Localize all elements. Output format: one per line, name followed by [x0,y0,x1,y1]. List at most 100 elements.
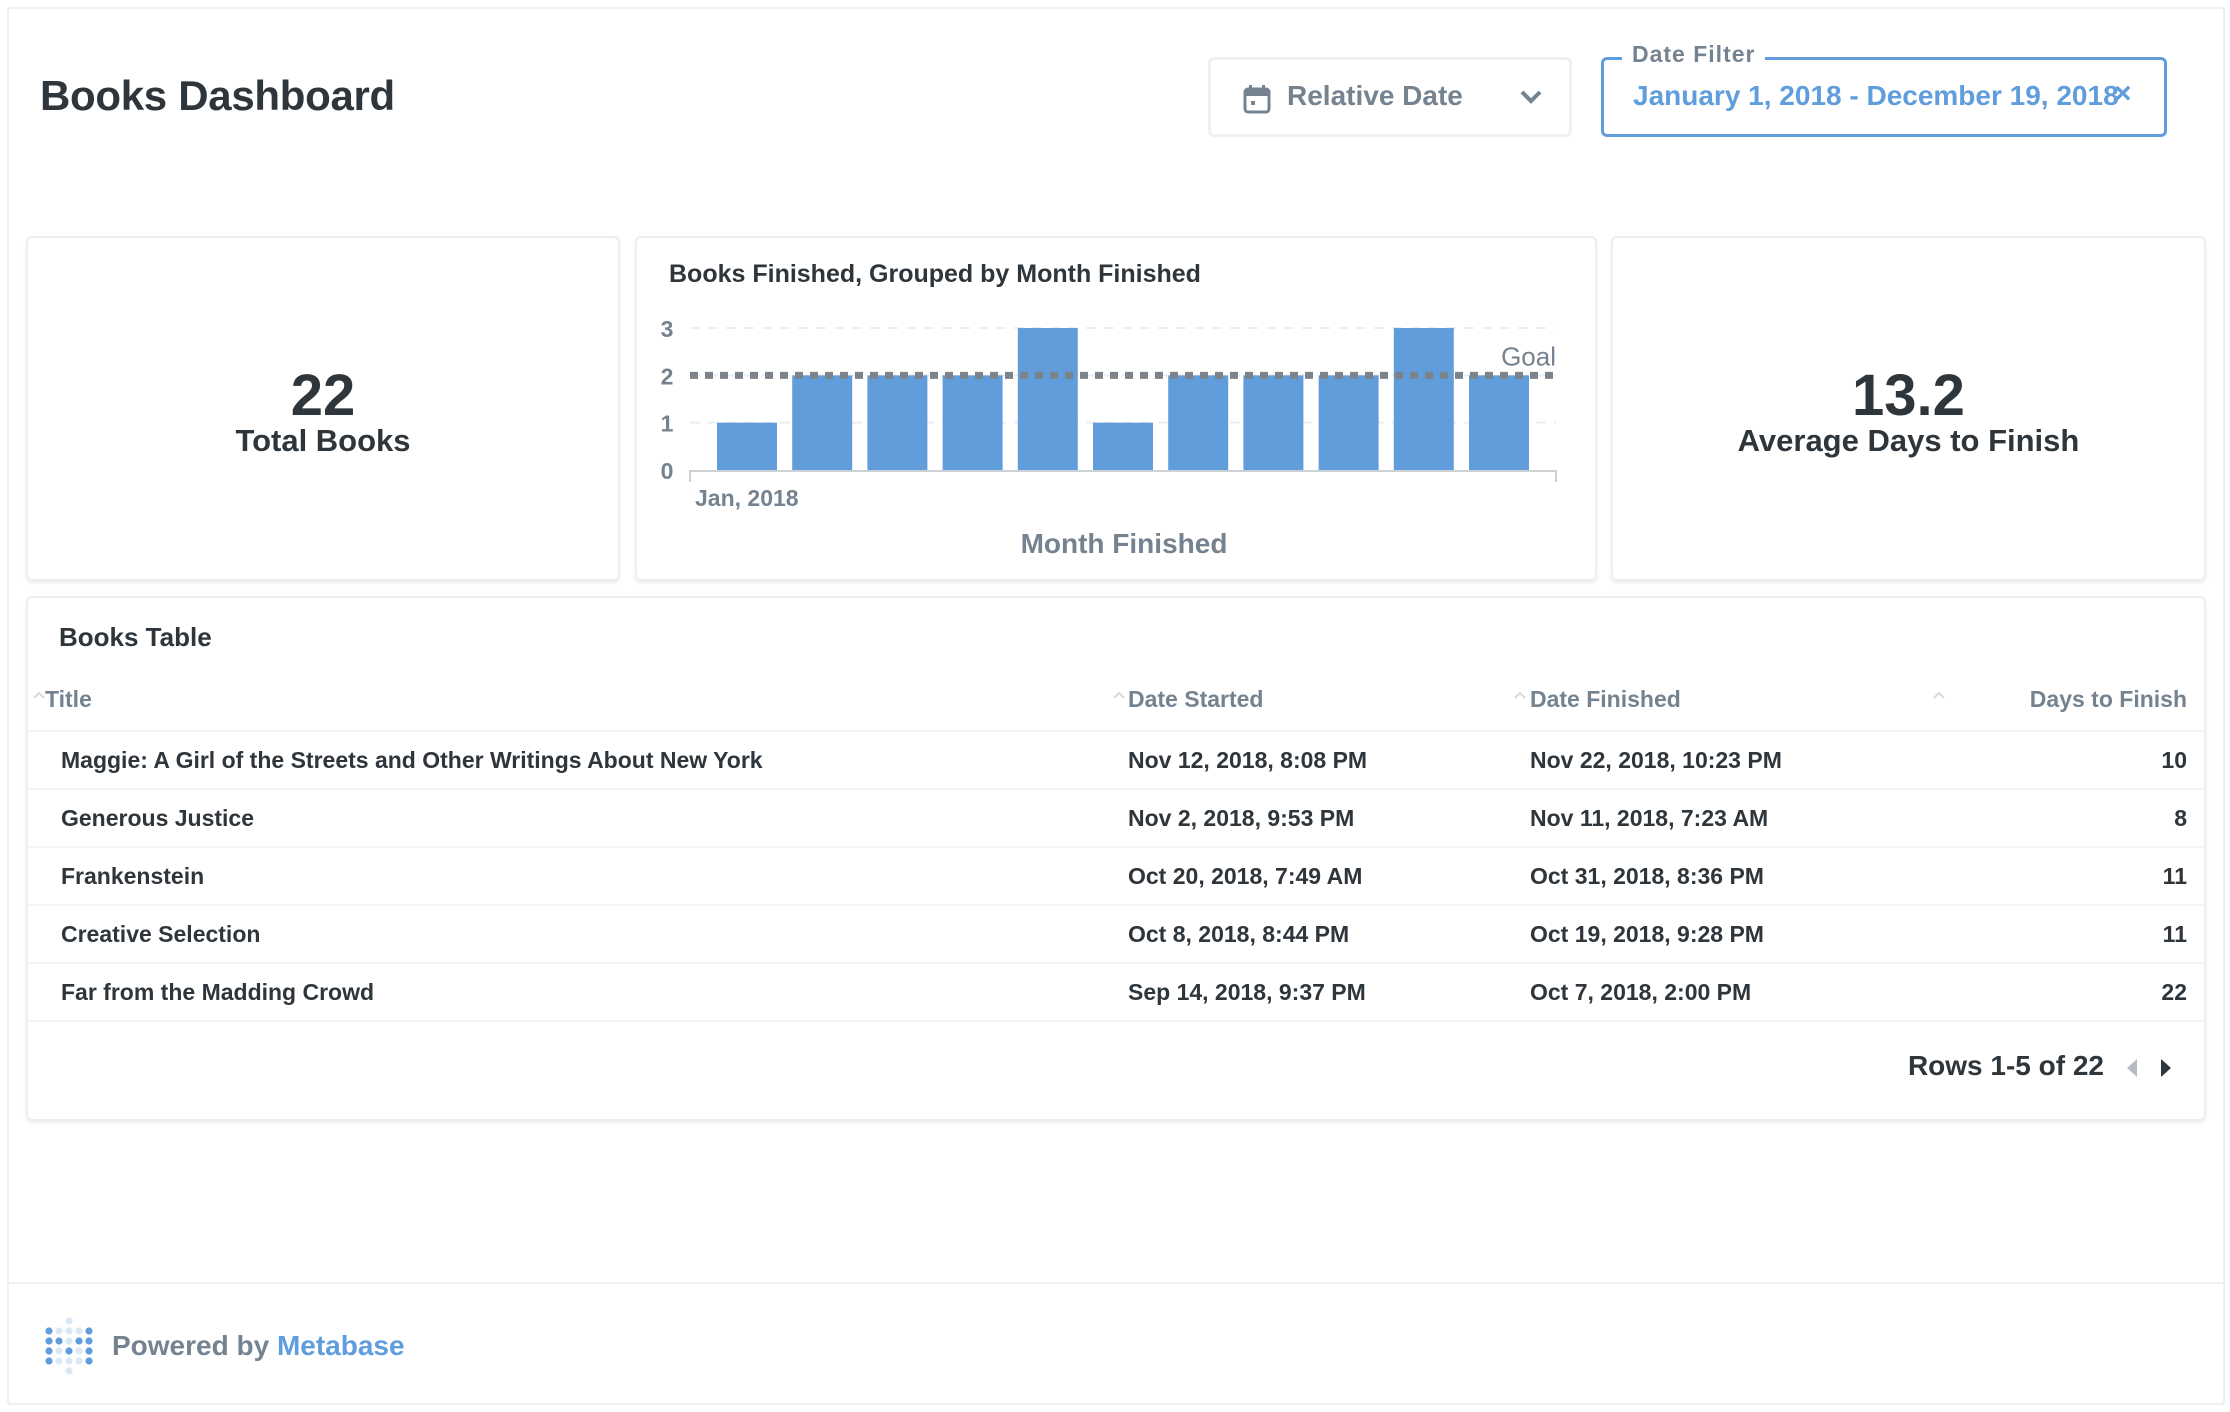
logo-dot [75,1347,83,1355]
cell-date-started: Oct 20, 2018, 7:49 AM [1128,863,1363,889]
logo-dot [55,1357,63,1365]
logo-dot [65,1317,73,1325]
total-books-label[interactable]: Total Books [28,423,618,459]
logo-dot [45,1337,53,1345]
table-row[interactable]: Frankenstein Oct 20, 2018, 7:49 AM Oct 3… [28,848,2204,906]
cell-days-to-finish: 10 [2161,747,2187,773]
y-tick-label: 1 [661,411,674,437]
logo-dot [55,1327,63,1335]
previous-page-icon[interactable] [2126,1058,2138,1078]
logo-dot [75,1327,83,1335]
chevron-down-icon [1520,90,1542,104]
pagination-label: Rows 1-5 of 22 [1907,1050,2104,1081]
goal-label: Goal [1501,341,1556,371]
total-books-value: 22 [290,363,356,428]
cell-title: Far from the Madding Crowd [61,979,375,1005]
cell-days-to-finish: 11 [2162,863,2187,889]
average-days-value: 13.2 [1852,363,1965,428]
logo-dot [45,1327,53,1335]
table-row[interactable]: Creative Selection Oct 8, 2018, 8:44 PM … [28,906,2204,964]
page-title: Books Dashboard [40,72,395,119]
cell-date-finished: Nov 22, 2018, 10:23 PM [1530,747,1782,773]
powered-by-text: Powered by Metabase [112,1330,405,1362]
column-header-days-to-finish[interactable]: Days to Finish [2030,686,2187,713]
cell-title: Creative Selection [61,921,261,947]
bar-sep-2018[interactable] [1318,375,1379,470]
table-row[interactable]: Maggie: A Girl of the Streets and Other … [28,732,2204,790]
bar-nov-2018[interactable] [1469,375,1529,470]
calendar-icon [1243,85,1271,114]
books-finished-chart-card: Books Finished, Grouped by Month Finishe… [635,236,1597,581]
relative-date-label: Relative Date [1287,80,1463,111]
cell-date-started: Sep 14, 2018, 9:37 PM [1128,979,1366,1005]
powered-by-label: Powered by [112,1330,270,1361]
column-header-date-finished[interactable]: Date Finished [1530,686,1681,713]
sort-arrow-icon[interactable] [32,690,46,700]
bar-mar-2018[interactable] [867,375,928,470]
logo-dot [65,1367,73,1375]
date-filter-legend: Date Filter [1622,41,1766,68]
logo-dot [85,1327,93,1335]
cell-title: Maggie: A Girl of the Streets and Other … [61,747,763,773]
cell-title: Generous Justice [61,805,255,831]
logo-dot [75,1337,83,1345]
next-page-icon[interactable] [2160,1058,2172,1078]
logo-dot [65,1357,73,1365]
bar-jun-2018[interactable] [1093,422,1153,470]
x-axis-label: Month Finished [1021,528,1228,559]
column-header-date-started[interactable]: Date Started [1128,686,1263,713]
cell-date-started: Nov 2, 2018, 9:53 PM [1128,805,1355,831]
logo-dot [65,1327,73,1335]
cell-days-to-finish: 11 [2162,921,2187,947]
average-days-label[interactable]: Average Days to Finish [1613,423,2204,459]
cell-date-finished: Oct 31, 2018, 8:36 PM [1530,863,1764,889]
bar-aug-2018[interactable] [1243,375,1304,470]
cell-days-to-finish: 8 [2174,805,2187,831]
sort-arrow-icon[interactable] [1513,690,1527,700]
total-books-card: 22 Total Books [26,236,620,581]
bar-oct-2018[interactable] [1393,328,1454,470]
table-title[interactable]: Books Table [59,622,212,653]
x-tick-label: Jan, 2018 [695,485,799,511]
cell-date-finished: Oct 7, 2018, 2:00 PM [1530,979,1752,1005]
logo-dot [45,1357,53,1365]
bar-jan-2018[interactable] [717,422,777,470]
cell-date-started: Nov 12, 2018, 8:08 PM [1128,747,1368,773]
logo-dot [65,1347,73,1355]
clear-filter-icon[interactable]: × [2114,77,2132,111]
footer-divider [9,1282,2223,1284]
logo-dot [55,1337,63,1345]
y-tick-label: 0 [661,458,674,484]
metabase-logo-icon[interactable] [44,1316,94,1376]
bar-chart: 0 1 2 3 Jan, 2018 Goal Month Finished [661,316,1557,559]
cell-days-to-finish: 22 [2161,979,2187,1005]
sort-arrow-icon[interactable] [1112,690,1126,700]
cell-date-finished: Nov 11, 2018, 7:23 AM [1530,805,1769,831]
books-table-card: Books Table Title Date Started Date Fini… [26,596,2206,1121]
bar-jul-2018[interactable] [1168,375,1229,470]
y-tick-label: 3 [661,316,674,342]
cell-date-finished: Oct 19, 2018, 9:28 PM [1530,921,1764,947]
cell-date-started: Oct 8, 2018, 8:44 PM [1128,921,1350,947]
date-filter-value: January 1, 2018 - December 19, 2018 [1633,80,2119,111]
logo-dot [85,1357,93,1365]
column-header-title[interactable]: Title [45,686,92,713]
logo-dot [85,1347,93,1355]
bar-feb-2018[interactable] [792,375,853,470]
average-days-card: 13.2 Average Days to Finish [1611,236,2206,581]
logo-dot [85,1337,93,1345]
logo-dot [75,1357,83,1365]
bar-may-2018[interactable] [1017,328,1078,470]
table-row[interactable]: Generous Justice Nov 2, 2018, 9:53 PM No… [28,790,2204,848]
bar-apr-2018[interactable] [942,375,1003,470]
y-tick-label: 2 [661,363,674,389]
logo-dot [45,1347,53,1355]
logo-dot [55,1347,63,1355]
table-row[interactable]: Far from the Madding Crowd Sep 14, 2018,… [28,964,2204,1022]
date-filter[interactable]: Date Filter January 1, 2018 - December 1… [1601,41,2167,137]
sort-arrow-icon[interactable] [1932,690,1946,700]
metabase-link[interactable]: Metabase [277,1330,405,1361]
relative-date-filter[interactable]: Relative Date [1208,57,1572,137]
cell-title: Frankenstein [61,863,205,889]
logo-dot [65,1337,73,1345]
